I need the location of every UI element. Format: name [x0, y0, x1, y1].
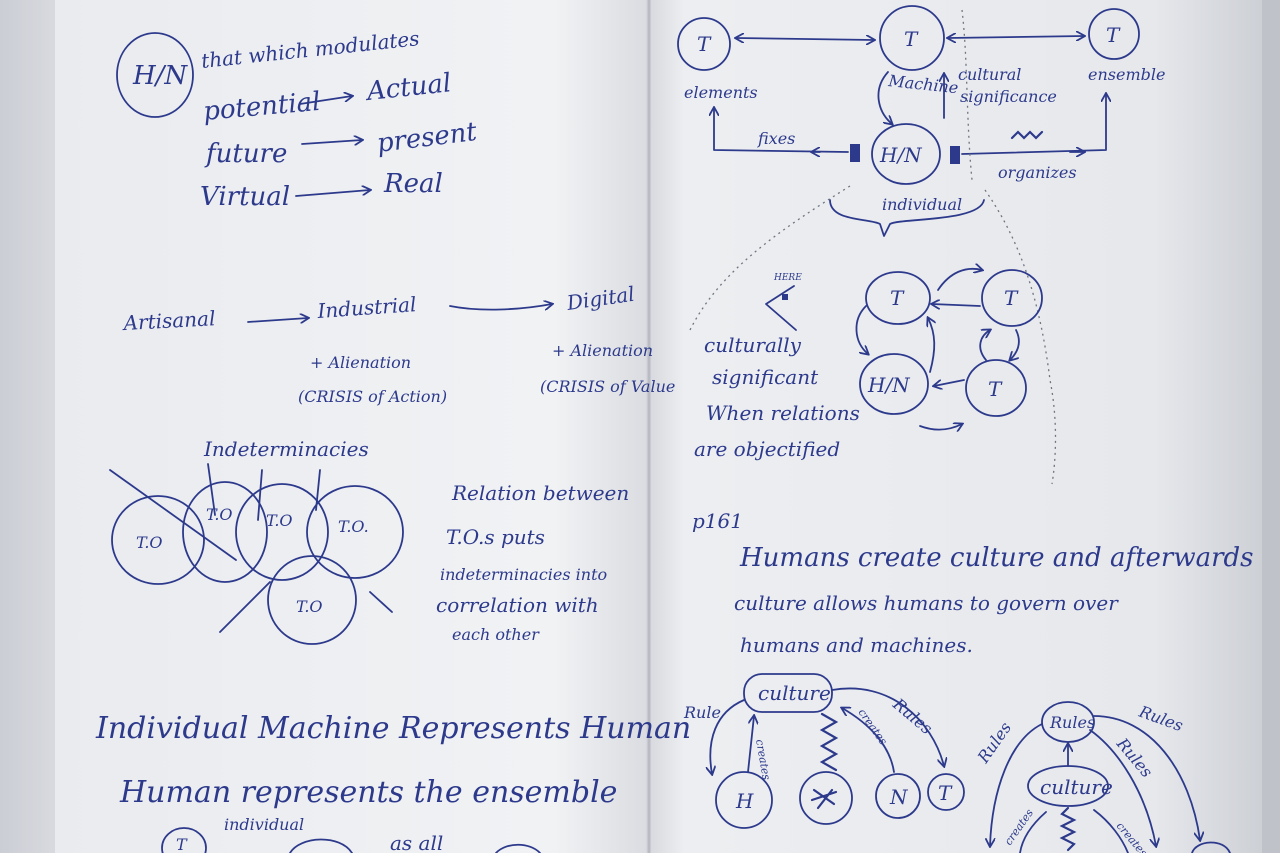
right-page: [646, 0, 1280, 853]
culture-label: culture: [758, 681, 831, 705]
industrial-note-1: + Alienation: [310, 353, 411, 372]
individual-label: individual: [882, 195, 962, 214]
here-label: HERE: [773, 273, 802, 283]
industrial-note-2: (CRISIS of Action): [298, 387, 447, 406]
ensemble-label: ensemble: [1088, 65, 1165, 84]
t-label-right: T: [1106, 23, 1121, 47]
loop-t-label-2: T: [1004, 286, 1019, 310]
here-dot: [782, 294, 788, 300]
page-ref: p161: [692, 509, 743, 533]
relation-line-1: Relation between: [451, 481, 629, 505]
elements-label: elements: [684, 83, 758, 102]
left-connector-block: [850, 144, 860, 162]
stage-artisanal: Artisanal: [121, 306, 216, 335]
hn-individual-label: H/N: [879, 143, 923, 167]
culture-label-2: culture: [1040, 775, 1113, 799]
loop-hn-label: H/N: [867, 373, 911, 397]
pair-from-2: future: [204, 139, 287, 169]
organizes-label: organizes: [998, 163, 1077, 182]
loop-t-label-1: T: [890, 286, 905, 310]
relation-line-4: correlation with: [436, 593, 599, 617]
h-label: H: [735, 789, 754, 813]
digital-note-1: + Alienation: [552, 341, 653, 360]
digital-note-2: (CRISIS of Value: [540, 377, 675, 396]
pair-to-3: Real: [383, 169, 443, 199]
fixes-label: fixes: [757, 129, 795, 148]
relation-line-2: T.O.s puts: [446, 525, 545, 549]
cultural-label-2: significance: [960, 87, 1057, 106]
bottom-individual: individual: [224, 815, 304, 834]
culturally-line-3: When relations: [706, 401, 860, 425]
culturally-line-1: culturally: [704, 333, 802, 357]
pair-from-3: Virtual: [200, 182, 290, 212]
notebook-spread: H/N that which modulates potential Actua…: [0, 0, 1280, 853]
rule-label: Rule: [683, 703, 721, 722]
humans-line-3: humans and machines.: [740, 633, 973, 657]
to-label-5: T.O: [296, 597, 323, 616]
cultural-label-1: cultural: [958, 65, 1021, 84]
left-binding-shadow: [0, 0, 55, 853]
culturally-line-2: significant: [712, 365, 819, 389]
t-label-center: T: [904, 27, 919, 51]
bottom-as-all: as all: [390, 831, 443, 853]
right-connector-block: [950, 146, 960, 164]
page-edge: [1262, 0, 1280, 853]
relation-line-5: each other: [452, 625, 540, 644]
bottom-line-1: Individual Machine Represents Human: [95, 711, 691, 746]
humans-line-2: culture allows humans to govern over: [734, 591, 1119, 615]
n-label: N: [889, 785, 909, 809]
relation-line-3: indeterminacies into: [440, 565, 607, 584]
culturally-line-4: are objectified: [694, 437, 840, 461]
bottom-line-2: Human represents the ensemble: [119, 775, 617, 810]
to-label-4: T.O.: [338, 517, 369, 536]
to-label-3: T.O: [266, 511, 293, 530]
to-label-1: T.O: [136, 533, 163, 552]
indeterminacies-label: Indeterminacies: [203, 437, 369, 461]
t-label-left: T: [697, 32, 712, 56]
to-label-2: T.O: [206, 505, 233, 524]
rules-node-label: Rules: [1049, 713, 1095, 732]
hn-label: H/N: [132, 61, 188, 91]
loop-t-label-3: T: [988, 377, 1003, 401]
t-label-bottom: T: [938, 781, 953, 805]
bottom-t-label: T: [176, 835, 188, 853]
humans-line-1: Humans create culture and afterwards: [739, 543, 1254, 573]
